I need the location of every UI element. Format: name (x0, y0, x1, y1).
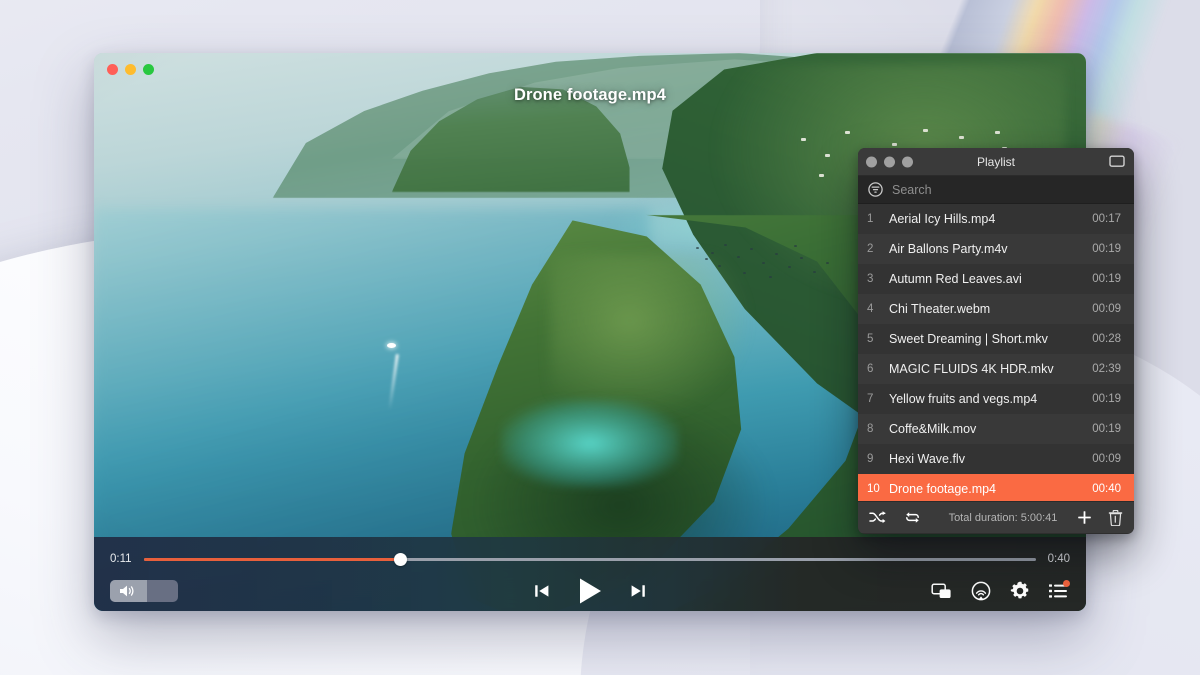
monitor-icon[interactable] (1109, 155, 1125, 169)
close-button[interactable] (107, 64, 118, 75)
search-input[interactable] (892, 183, 1124, 197)
playlist-row-1[interactable]: 1 Aerial Icy Hills.mp4 00:17 (858, 204, 1134, 234)
volume-slider[interactable] (110, 580, 178, 602)
total-time-label: 0:40 (1042, 553, 1086, 565)
playlist-icon[interactable] (1049, 583, 1068, 599)
speaker-wave-icon[interactable] (118, 584, 136, 598)
track-name: Yellow fruits and vegs.mp4 (889, 392, 1092, 406)
gear-icon[interactable] (1010, 581, 1030, 601)
playlist-fullscreen-button[interactable] (902, 156, 913, 167)
track-index: 7 (867, 393, 889, 405)
track-duration: 00:09 (1092, 303, 1121, 315)
track-name: Autumn Red Leaves.avi (889, 272, 1092, 286)
track-name: MAGIC FLUIDS 4K HDR.mkv (889, 362, 1092, 376)
track-index: 10 (867, 483, 889, 495)
repeat-icon[interactable] (904, 510, 921, 525)
playlist-titlebar[interactable]: Playlist (858, 148, 1134, 176)
track-name: Chi Theater.webm (889, 302, 1092, 316)
track-index: 6 (867, 363, 889, 375)
playlist-row-7[interactable]: 7 Yellow fruits and vegs.mp4 00:19 (858, 384, 1134, 414)
playlist-close-button[interactable] (866, 156, 877, 167)
player-window-controls[interactable] (103, 60, 158, 79)
track-duration: 00:19 (1092, 243, 1121, 255)
track-index: 9 (867, 453, 889, 465)
next-track-icon[interactable] (628, 581, 648, 601)
track-name: Air Ballons Party.m4v (889, 242, 1092, 256)
playlist-footer: Total duration: 5:00:41 (858, 501, 1134, 533)
seek-slider-fill (144, 558, 401, 561)
track-duration: 00:40 (1092, 483, 1121, 495)
fullscreen-button[interactable] (143, 64, 154, 75)
trash-icon[interactable] (1108, 510, 1123, 526)
picture-in-picture-icon[interactable] (931, 582, 952, 600)
player-control-bar: 0:11 0:40 (94, 537, 1086, 611)
track-index: 5 (867, 333, 889, 345)
current-time-label: 0:11 (94, 553, 138, 565)
playlist-row-5[interactable]: 5 Sweet Dreaming | Short.mkv 00:28 (858, 324, 1134, 354)
seek-slider[interactable] (144, 558, 1036, 561)
playlist-search-bar[interactable] (858, 176, 1134, 204)
track-duration: 00:19 (1092, 393, 1121, 405)
track-name: Sweet Dreaming | Short.mkv (889, 332, 1092, 346)
player-buttons-row (94, 571, 1086, 611)
track-name: Coffe&Milk.mov (889, 422, 1092, 436)
track-name: Aerial Icy Hills.mp4 (889, 212, 1092, 226)
playlist-row-10[interactable]: 10 Drone footage.mp4 00:40 (858, 474, 1134, 501)
playlist-window[interactable]: Playlist 1 Aerial Icy Hills. (858, 148, 1134, 534)
track-index: 4 (867, 303, 889, 315)
track-duration: 00:19 (1092, 423, 1121, 435)
track-name: Drone footage.mp4 (889, 482, 1092, 496)
shuffle-icon[interactable] (869, 510, 886, 525)
plus-icon[interactable] (1077, 510, 1092, 525)
player-tools[interactable] (931, 581, 1068, 601)
playlist-minimize-button[interactable] (884, 156, 895, 167)
seek-slider-knob[interactable] (394, 553, 407, 566)
filter-icon[interactable] (868, 182, 883, 197)
playlist-new-badge (1063, 580, 1070, 587)
track-index: 1 (867, 213, 889, 225)
track-duration: 00:09 (1092, 453, 1121, 465)
playlist-row-9[interactable]: 9 Hexi Wave.flv 00:09 (858, 444, 1134, 474)
playlist-row-8[interactable]: 8 Coffe&Milk.mov 00:19 (858, 414, 1134, 444)
playlist-row-2[interactable]: 2 Air Ballons Party.m4v 00:19 (858, 234, 1134, 264)
previous-track-icon[interactable] (532, 581, 552, 601)
playlist-window-controls[interactable] (866, 156, 913, 167)
minimize-button[interactable] (125, 64, 136, 75)
track-index: 2 (867, 243, 889, 255)
play-icon[interactable] (576, 576, 604, 606)
playlist-row-3[interactable]: 3 Autumn Red Leaves.avi 00:19 (858, 264, 1134, 294)
track-index: 8 (867, 423, 889, 435)
track-name: Hexi Wave.flv (889, 452, 1092, 466)
desktop-background: Drone footage.mp4 0:11 0:40 (0, 0, 1200, 675)
playlist-items[interactable]: 1 Aerial Icy Hills.mp4 00:17 2 Air Ballo… (858, 204, 1134, 501)
track-duration: 02:39 (1092, 363, 1121, 375)
track-duration: 00:28 (1092, 333, 1121, 345)
track-index: 3 (867, 273, 889, 285)
airplay-icon[interactable] (971, 581, 991, 601)
total-duration-label: Total duration: 5:00:41 (929, 512, 1077, 524)
track-duration: 00:17 (1092, 213, 1121, 225)
track-duration: 00:19 (1092, 273, 1121, 285)
progress-row: 0:11 0:40 (94, 548, 1086, 570)
playlist-row-6[interactable]: 6 MAGIC FLUIDS 4K HDR.mkv 02:39 (858, 354, 1134, 384)
transport-controls[interactable] (532, 576, 648, 606)
playlist-row-4[interactable]: 4 Chi Theater.webm 00:09 (858, 294, 1134, 324)
